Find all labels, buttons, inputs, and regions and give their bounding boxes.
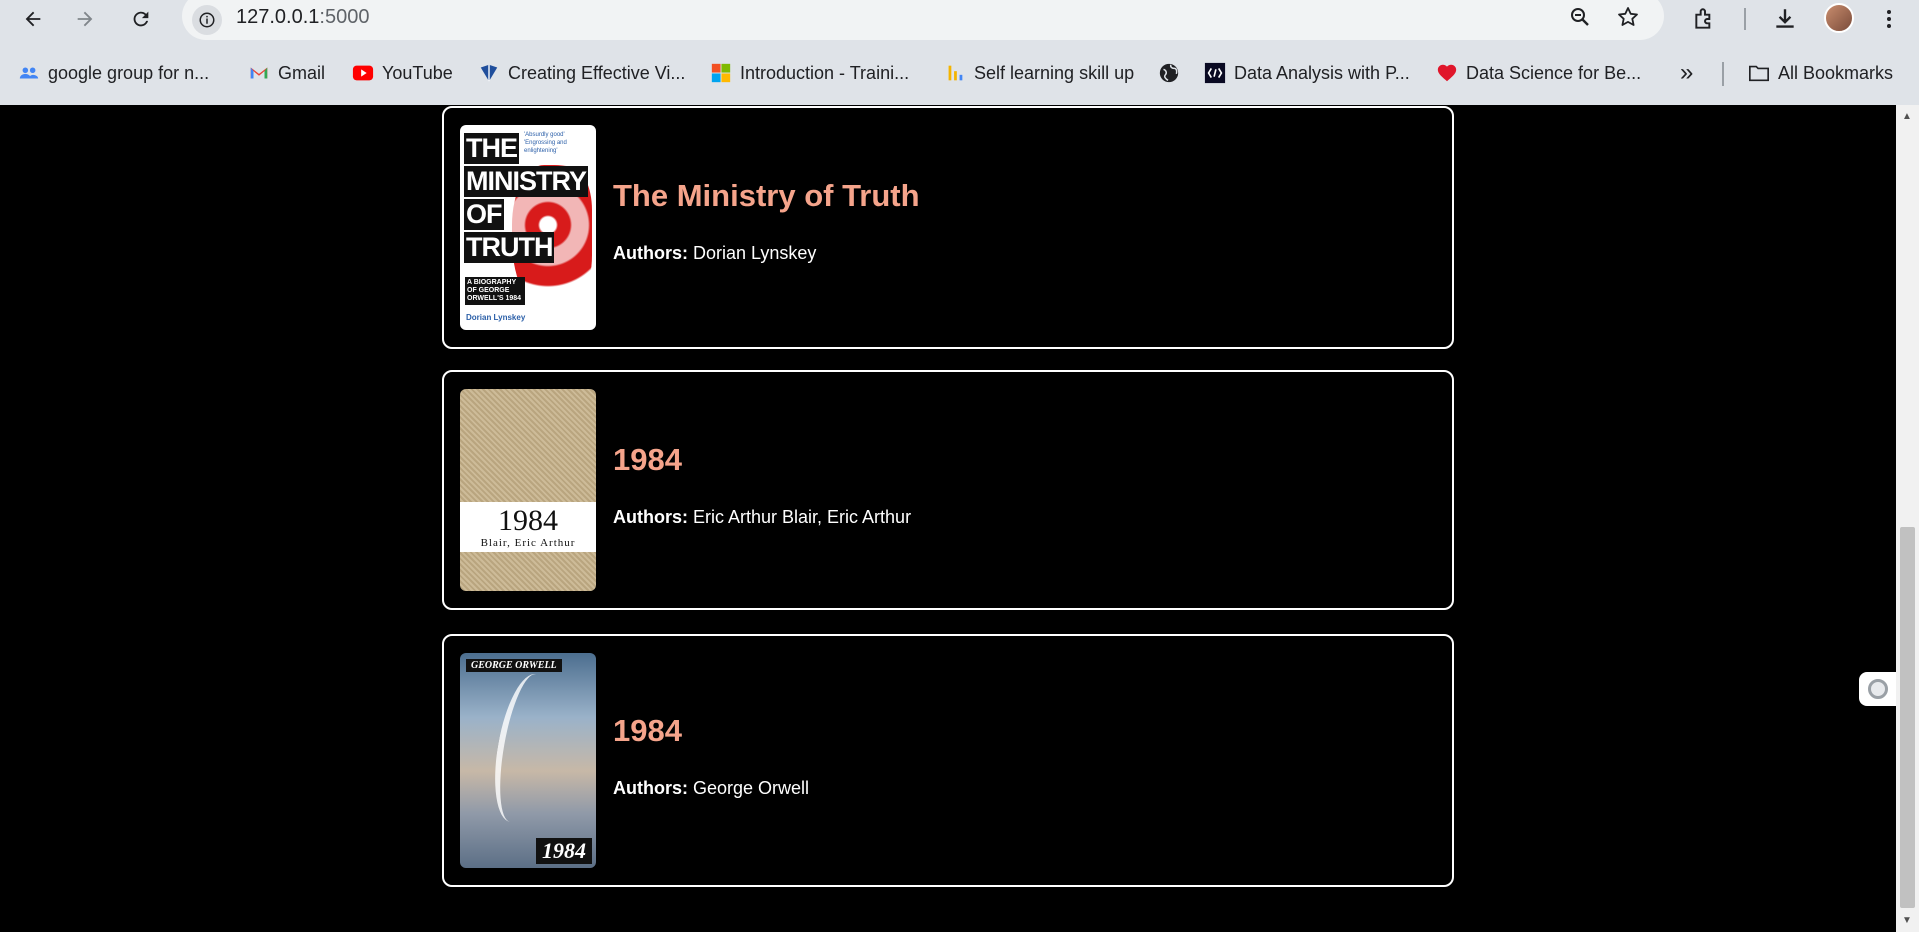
heart-icon <box>1436 62 1458 84</box>
cover-year: 1984 <box>536 838 592 864</box>
cover-vapor-trail <box>485 669 561 827</box>
chevron-double-right-icon: » <box>1680 59 1694 86</box>
back-button[interactable] <box>16 2 50 36</box>
profile-avatar[interactable] <box>1824 3 1854 33</box>
cover-title: THE MINISTRY OF TRUTH <box>464 133 588 263</box>
folder-icon <box>1748 62 1770 84</box>
reload-button[interactable] <box>124 2 158 36</box>
tableau-icon <box>478 62 500 84</box>
forward-button[interactable] <box>68 2 102 36</box>
cover-year: 1984 <box>498 504 558 537</box>
page-content: THE MINISTRY OF TRUTH 'Absurdly good' 'E… <box>0 105 1896 932</box>
cover-quotes: 'Absurdly good' 'Engrossing and enlighte… <box>524 132 567 154</box>
book-title: 1984 <box>613 442 682 477</box>
bookmark-gmail[interactable]: Gmail <box>248 60 325 86</box>
scroll-up-arrow-icon[interactable]: ▲ <box>1902 111 1912 122</box>
book-card[interactable]: THE MINISTRY OF TRUTH 'Absurdly good' 'E… <box>442 106 1454 349</box>
bookmark-star-icon[interactable] <box>1614 3 1642 31</box>
book-cover-image: GEORGE ORWELL 1984 <box>460 653 596 868</box>
circle-icon <box>1867 679 1888 699</box>
book-authors: Authors: Eric Arthur Blair, Eric Arthur <box>613 507 912 527</box>
bookmark-data-science[interactable]: Data Science for Be... <box>1436 60 1641 86</box>
bookmark-self-learning[interactable]: Self learning skill up <box>944 60 1134 86</box>
cover-author: Dorian Lynskey <box>466 313 526 322</box>
forward-arrow-icon <box>77 11 93 27</box>
bookmark-google-group[interactable]: google group for n... <box>18 60 209 86</box>
bookmark-globe[interactable] <box>1158 60 1188 86</box>
youtube-icon <box>352 62 374 84</box>
scroll-down-arrow-icon[interactable]: ▼ <box>1902 915 1912 926</box>
url-text: 127.0.0.1:5000 <box>236 6 370 28</box>
groups-icon <box>18 62 40 84</box>
freecodecamp-icon <box>1204 62 1226 84</box>
book-card[interactable]: 1984 Blair, Eric Arthur 1984 Authors: Er… <box>442 370 1454 610</box>
menu-kebab-icon[interactable] <box>1872 2 1906 36</box>
book-card[interactable]: GEORGE ORWELL 1984 1984 Authors: George … <box>442 634 1454 887</box>
book-authors: Authors: Dorian Lynskey <box>613 243 817 263</box>
side-panel-toggle[interactable] <box>1859 672 1896 706</box>
cover-byline: Blair, Eric Arthur <box>480 537 576 549</box>
address-bar[interactable]: 127.0.0.1:5000 <box>182 0 1664 40</box>
toolbar-divider <box>1744 8 1746 30</box>
page-scrollbar[interactable]: ▲ ▼ <box>1896 105 1919 932</box>
book-cover-image: 1984 Blair, Eric Arthur <box>460 389 596 591</box>
all-bookmarks-button[interactable]: All Bookmarks <box>1748 60 1893 86</box>
bookmarks-divider <box>1722 62 1724 86</box>
bookmarks-overflow-button[interactable]: » <box>1680 59 1694 86</box>
book-title: The Ministry of Truth <box>613 178 920 213</box>
book-cover-image: THE MINISTRY OF TRUTH 'Absurdly good' 'E… <box>460 125 596 330</box>
extensions-icon[interactable] <box>1688 2 1722 36</box>
bookmarks-bar: google group for n... Gmail YouTube Crea… <box>0 56 1919 90</box>
chart-icon <box>944 62 966 84</box>
cover-subtitle: A BIOGRAPHY OF GEORGE ORWELL'S 1984 <box>465 277 525 305</box>
bookmark-data-analysis[interactable]: Data Analysis with P... <box>1204 60 1410 86</box>
back-arrow-icon <box>25 11 41 27</box>
downloads-icon[interactable] <box>1768 2 1802 36</box>
bookmark-introduction-training[interactable]: Introduction - Traini... <box>710 60 909 86</box>
site-info-icon[interactable] <box>192 5 222 35</box>
cover-band: 1984 Blair, Eric Arthur <box>460 502 596 552</box>
microsoft-icon <box>710 62 732 84</box>
browser-chrome: 127.0.0.1:5000 google group for n... Gma… <box>0 0 1919 105</box>
cover-author-tag: GEORGE ORWELL <box>466 659 562 672</box>
book-title: 1984 <box>613 713 682 748</box>
scrollbar-thumb[interactable] <box>1900 527 1915 908</box>
bookmark-youtube[interactable]: YouTube <box>352 60 453 86</box>
zoom-icon[interactable] <box>1566 3 1594 31</box>
gmail-icon <box>248 62 270 84</box>
bookmark-creating-effective[interactable]: Creating Effective Vi... <box>478 60 685 86</box>
browser-toolbar: 127.0.0.1:5000 <box>0 0 1919 40</box>
globe-icon <box>1158 62 1180 84</box>
book-authors: Authors: George Orwell <box>613 778 810 798</box>
reload-icon <box>133 11 149 27</box>
